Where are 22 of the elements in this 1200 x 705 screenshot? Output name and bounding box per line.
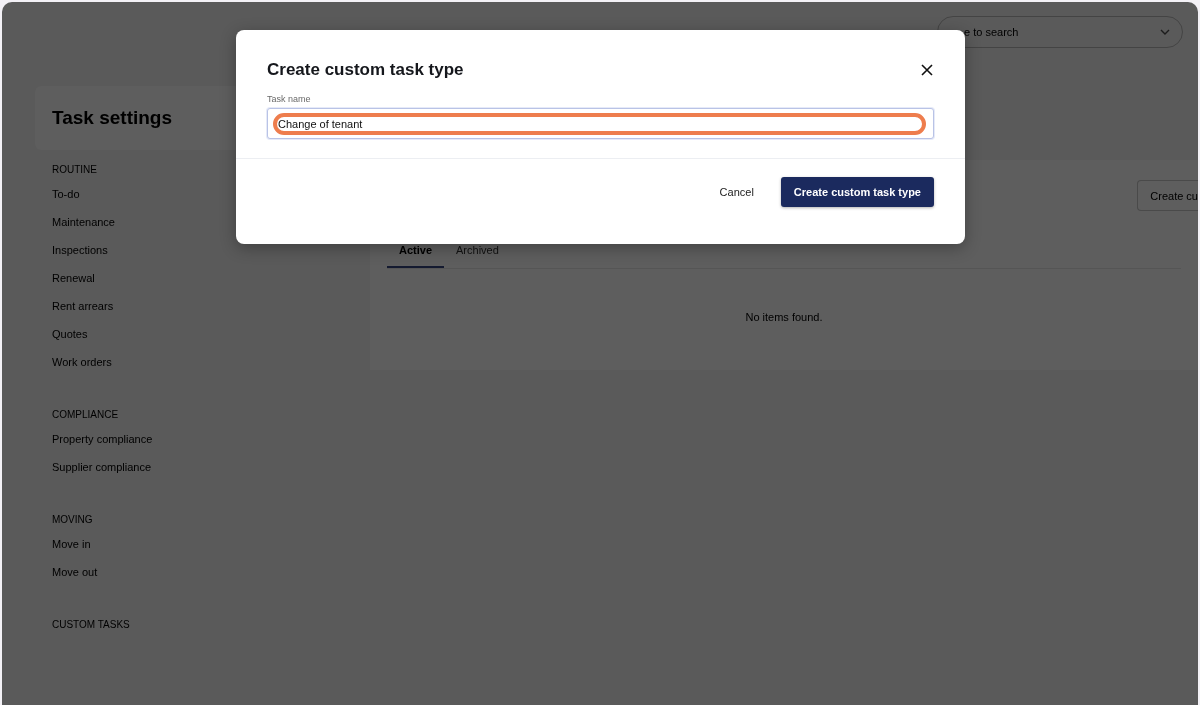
create-button[interactable]: Create custom task type — [780, 177, 934, 207]
sidebar-item[interactable]: Move in — [52, 535, 370, 563]
sidebar-item[interactable]: Property compliance — [52, 430, 370, 458]
page-title: Task settings — [52, 107, 173, 129]
dialog-title: Create custom task type — [267, 60, 464, 80]
sidebar-item[interactable]: Inspections — [52, 241, 370, 269]
field-label: Task name — [267, 94, 312, 104]
sidebar-item[interactable]: Renewal — [52, 269, 370, 297]
sidebar-item[interactable]: Rent arrears — [52, 297, 370, 325]
sidebar-item[interactable]: Quotes — [52, 325, 370, 353]
section-heading: CUSTOM TASKS — [52, 619, 131, 630]
sidebar-item[interactable]: Work orders — [52, 353, 370, 381]
sidebar-item[interactable]: Supplier compliance — [52, 458, 370, 486]
close-icon[interactable] — [920, 63, 934, 77]
section-heading: MOVING — [52, 514, 94, 525]
chevron-down-icon — [1160, 29, 1170, 35]
tab[interactable]: Archived — [444, 240, 511, 268]
section-heading: ROUTINE — [52, 164, 98, 175]
sidebar-item[interactable]: Move out — [52, 563, 370, 591]
section-heading: COMPLIANCE — [52, 409, 120, 420]
create-button[interactable]: Create cu — [1137, 180, 1198, 211]
empty-message: No items found. — [744, 311, 824, 323]
